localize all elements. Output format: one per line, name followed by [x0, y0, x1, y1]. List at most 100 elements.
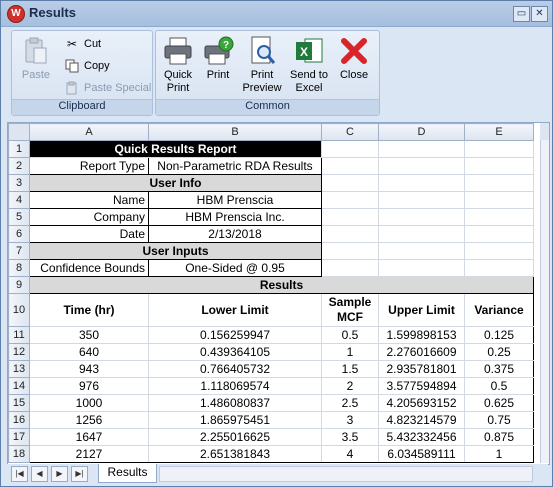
results-cell[interactable]: 1 [321, 343, 379, 361]
results-cell[interactable]: 3 [321, 411, 379, 429]
name-value[interactable]: HBM Prenscia [148, 191, 322, 209]
quick-print-button[interactable]: Quick Print [158, 35, 198, 95]
row-header[interactable]: 17 [8, 428, 30, 446]
column-header[interactable]: E [464, 123, 534, 141]
row-header[interactable]: 1 [8, 140, 30, 158]
cut-button[interactable]: ✂ Cut [64, 35, 101, 53]
results-cell[interactable]: 1.865975451 [148, 411, 322, 429]
cell[interactable] [378, 242, 465, 260]
paste-button[interactable]: Paste [16, 35, 56, 82]
results-cell[interactable]: 3.577594894 [378, 377, 465, 395]
date-value[interactable]: 2/13/2018 [148, 225, 322, 243]
column-header[interactable]: B [148, 123, 322, 141]
report-type-label[interactable]: Report Type [29, 157, 149, 175]
results-cell[interactable]: 0.439364105 [148, 343, 322, 361]
close-button[interactable]: Close [336, 35, 372, 82]
row-header[interactable]: 18 [8, 445, 30, 463]
company-label[interactable]: Company [29, 208, 149, 226]
cell[interactable] [378, 191, 465, 209]
results-cell[interactable]: 1647 [29, 428, 149, 446]
column-header[interactable]: C [321, 123, 379, 141]
results-cell[interactable]: 350 [29, 326, 149, 344]
results-cell[interactable]: 0.75 [464, 411, 534, 429]
results-header-upper[interactable]: Upper Limit [378, 293, 465, 327]
cell[interactable] [321, 259, 379, 277]
results-cell[interactable]: 640 [29, 343, 149, 361]
cell[interactable] [321, 140, 379, 158]
column-header[interactable]: D [378, 123, 465, 141]
cell[interactable] [321, 242, 379, 260]
confidence-bounds-value[interactable]: One-Sided @ 0.95 [148, 259, 322, 277]
row-header[interactable]: 10 [8, 293, 30, 327]
cell[interactable] [378, 140, 465, 158]
report-type-value[interactable]: Non-Parametric RDA Results [148, 157, 322, 175]
cell[interactable] [464, 242, 534, 260]
cell[interactable] [378, 174, 465, 192]
cell[interactable] [464, 157, 534, 175]
report-title[interactable]: Quick Results Report [29, 140, 322, 158]
results-header-mcf[interactable]: Sample MCF [321, 293, 379, 327]
select-all-corner[interactable] [8, 123, 30, 141]
cell[interactable] [464, 174, 534, 192]
cell[interactable] [321, 174, 379, 192]
spreadsheet[interactable]: A B C D E 1 Quick Results Report 2 Repor… [7, 122, 550, 465]
tab-results[interactable]: Results [98, 464, 157, 483]
results-cell[interactable]: 1 [464, 445, 534, 463]
send-to-excel-button[interactable]: X Send to Excel [288, 35, 330, 95]
results-header-lower[interactable]: Lower Limit [148, 293, 322, 327]
row-header[interactable]: 14 [8, 377, 30, 395]
row-header[interactable]: 12 [8, 343, 30, 361]
prev-sheet-button[interactable]: ◀ [31, 466, 48, 482]
results-cell[interactable]: 1256 [29, 411, 149, 429]
row-header[interactable]: 11 [8, 326, 30, 344]
results-cell[interactable]: 6.034589111 [378, 445, 465, 463]
results-cell[interactable]: 0.156259947 [148, 326, 322, 344]
row-header[interactable]: 6 [8, 225, 30, 243]
print-preview-button[interactable]: Print Preview [242, 35, 282, 95]
results-header-variance[interactable]: Variance [464, 293, 534, 327]
cell[interactable] [464, 225, 534, 243]
cell[interactable] [378, 208, 465, 226]
column-header[interactable]: A [29, 123, 149, 141]
results-cell[interactable]: 1000 [29, 394, 149, 412]
results-cell[interactable]: 2127 [29, 445, 149, 463]
results-cell[interactable]: 0.25 [464, 343, 534, 361]
cell[interactable] [464, 259, 534, 277]
date-label[interactable]: Date [29, 225, 149, 243]
results-header-time[interactable]: Time (hr) [29, 293, 149, 327]
row-header[interactable]: 4 [8, 191, 30, 209]
maximize-button[interactable]: ▭ [513, 6, 530, 22]
results-cell[interactable]: 0.625 [464, 394, 534, 412]
cell[interactable] [378, 157, 465, 175]
results-cell[interactable]: 2.651381843 [148, 445, 322, 463]
horizontal-scrollbar[interactable] [159, 466, 533, 482]
results-cell[interactable]: 4.205693152 [378, 394, 465, 412]
results-cell[interactable]: 1.118069574 [148, 377, 322, 395]
print-button[interactable]: ? Print [200, 35, 236, 82]
row-header[interactable]: 5 [8, 208, 30, 226]
results-cell[interactable]: 1.486080837 [148, 394, 322, 412]
results-cell[interactable]: 1.599898153 [378, 326, 465, 344]
row-header[interactable]: 16 [8, 411, 30, 429]
confidence-bounds-label[interactable]: Confidence Bounds [29, 259, 149, 277]
user-inputs-title[interactable]: User Inputs [29, 242, 322, 260]
name-label[interactable]: Name [29, 191, 149, 209]
company-value[interactable]: HBM Prenscia Inc. [148, 208, 322, 226]
row-header[interactable]: 13 [8, 360, 30, 378]
cell[interactable] [464, 208, 534, 226]
last-sheet-button[interactable]: ▶| [71, 466, 88, 482]
results-cell[interactable]: 2.255016625 [148, 428, 322, 446]
results-cell[interactable]: 0.766405732 [148, 360, 322, 378]
results-title[interactable]: Results [29, 276, 534, 294]
results-cell[interactable]: 4.823214579 [378, 411, 465, 429]
user-info-title[interactable]: User Info [29, 174, 322, 192]
paste-special-button[interactable]: Paste Special [64, 79, 151, 97]
copy-button[interactable]: Copy [64, 57, 110, 75]
results-cell[interactable]: 0.875 [464, 428, 534, 446]
first-sheet-button[interactable]: |◀ [11, 466, 28, 482]
results-cell[interactable]: 976 [29, 377, 149, 395]
cell[interactable] [321, 191, 379, 209]
results-cell[interactable]: 943 [29, 360, 149, 378]
results-cell[interactable]: 4 [321, 445, 379, 463]
cell[interactable] [321, 157, 379, 175]
